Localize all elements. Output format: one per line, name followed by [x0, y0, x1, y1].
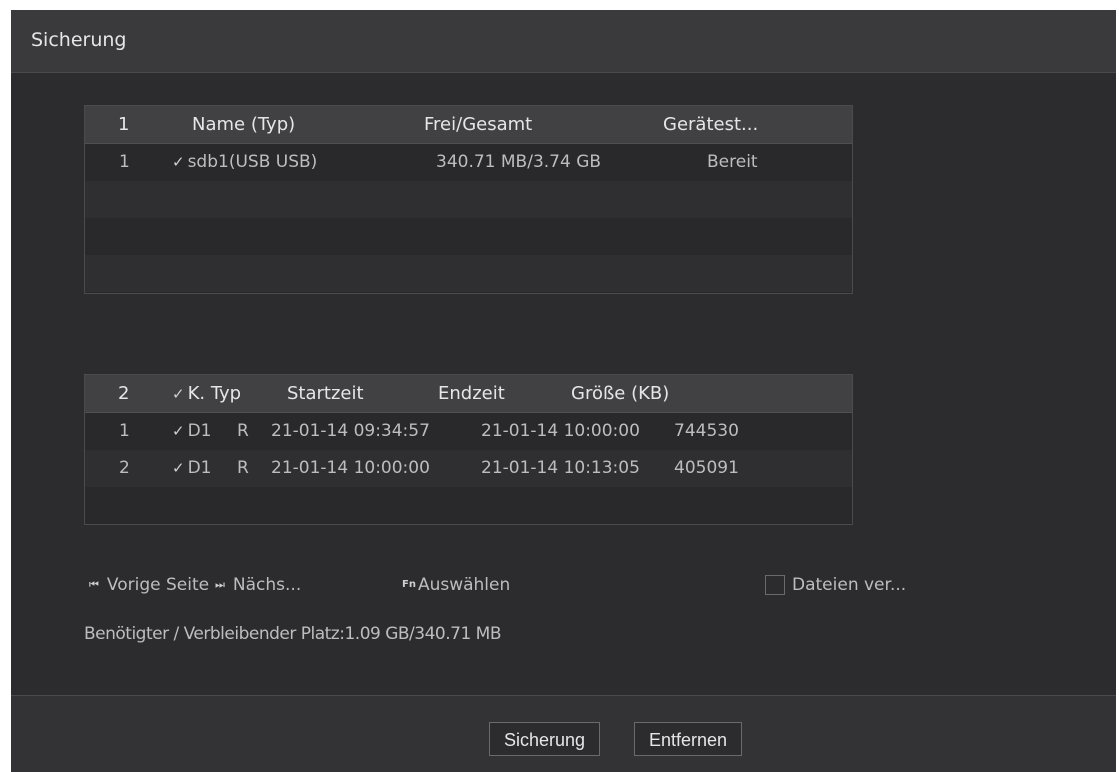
select-button[interactable]: Fn Auswählen	[402, 570, 510, 600]
space-info: Benötigter / Verbleibender Platz:1.09 GB…	[84, 624, 502, 644]
file-col-end[interactable]: Endzeit	[438, 375, 505, 412]
next-page-label: Nächs...	[232, 575, 302, 595]
device-col-index[interactable]: 1	[118, 106, 129, 143]
remove-button[interactable]: Entfernen	[634, 722, 743, 756]
file-row-size: 744530	[674, 421, 739, 441]
title-bar: Sicherung	[11, 10, 1116, 73]
encrypt-files-checkbox[interactable]	[765, 575, 785, 595]
device-row-index: 1	[119, 152, 130, 172]
file-col-count: 2	[118, 383, 130, 404]
device-col-name[interactable]: Name (Typ)	[192, 106, 295, 143]
file-col-size[interactable]: Größe (KB)	[571, 375, 669, 412]
device-row-empty	[85, 255, 852, 292]
pagination-bar: ⏮ Vorige Seite ⏭ Nächs... Fn Auswählen Date…	[89, 570, 1089, 600]
select-all-checkbox[interactable]: ✓	[172, 385, 185, 403]
next-page-button[interactable]: ⏭ Nächs...	[215, 570, 301, 600]
file-row-empty	[85, 487, 852, 524]
device-row-checkbox[interactable]: ✓	[172, 153, 185, 171]
file-row-start: 21-01-14 10:00:00	[271, 458, 430, 478]
file-row-type: R	[237, 421, 249, 441]
file-row-channel[interactable]: ✓ D1	[172, 413, 211, 450]
device-row-status: Bereit	[707, 152, 758, 172]
file-col-select-all[interactable]: ✓ K. Typ	[172, 375, 241, 413]
file-col-type: K. Typ	[187, 383, 242, 404]
device-table-header: 1 Name (Typ) Frei/Gesamt Gerätest...	[85, 106, 852, 144]
dialog-footer: Sicherung Entfernen	[11, 695, 1116, 772]
device-row[interactable]: 1 ✓ sdb1(USB USB) 340.71 MB/3.74 GB Berei…	[85, 144, 852, 181]
file-row[interactable]: 2 ✓ D1 R 21-01-14 10:00:00 21-01-14 10:13…	[85, 450, 852, 487]
device-col-free-total[interactable]: Frei/Gesamt	[424, 106, 532, 143]
file-col-start[interactable]: Startzeit	[287, 375, 364, 412]
prev-page-button[interactable]: ⏮ Vorige Seite	[89, 570, 209, 600]
space-info-value: 1.09 GB/340.71 MB	[344, 624, 502, 644]
device-table: 1 Name (Typ) Frei/Gesamt Gerätest... 1 ✓…	[84, 105, 853, 294]
skip-back-icon: ⏮	[89, 578, 99, 591]
file-row-channel[interactable]: ✓ D1	[172, 450, 211, 487]
backup-dialog: Sicherung 1 Name (Typ) Frei/Gesamt Gerät…	[11, 10, 1116, 772]
dialog-title: Sicherung	[31, 29, 127, 51]
file-table: 2 ✓ K. Typ Startzeit Endzeit Größe (KB) 1…	[84, 374, 853, 525]
file-row-size: 405091	[674, 458, 739, 478]
encrypt-files-label[interactable]: Dateien ver...	[792, 570, 906, 600]
file-row-type: R	[237, 458, 249, 478]
file-row-index: 2	[119, 458, 130, 478]
device-row-empty	[85, 181, 852, 218]
file-row-checkbox[interactable]: ✓	[172, 459, 185, 477]
file-row-end: 21-01-14 10:13:05	[481, 458, 640, 478]
device-row-free-total: 340.71 MB/3.74 GB	[436, 152, 602, 172]
file-row-checkbox[interactable]: ✓	[172, 422, 185, 440]
file-row[interactable]: 1 ✓ D1 R 21-01-14 09:34:57 21-01-14 10:00…	[85, 413, 852, 450]
device-row-empty	[85, 218, 852, 255]
device-name: sdb1(USB USB)	[187, 152, 318, 172]
space-info-label: Benötigter / Verbleibender Platz:	[84, 624, 345, 644]
backup-button[interactable]: Sicherung	[489, 722, 601, 756]
prev-page-label: Vorige Seite	[106, 575, 210, 595]
fn-key-icon: Fn	[402, 579, 416, 590]
file-channel: D1	[187, 458, 212, 478]
device-col-status[interactable]: Gerätest...	[663, 106, 758, 143]
file-table-header: 2 ✓ K. Typ Startzeit Endzeit Größe (KB)	[85, 375, 852, 413]
file-channel: D1	[187, 421, 212, 441]
device-row-name[interactable]: ✓ sdb1(USB USB)	[172, 144, 317, 181]
file-row-index: 1	[119, 421, 130, 441]
file-row-end: 21-01-14 10:00:00	[481, 421, 640, 441]
file-row-start: 21-01-14 09:34:57	[271, 421, 430, 441]
select-label: Auswählen	[417, 575, 511, 595]
skip-forward-icon: ⏭	[215, 578, 225, 591]
